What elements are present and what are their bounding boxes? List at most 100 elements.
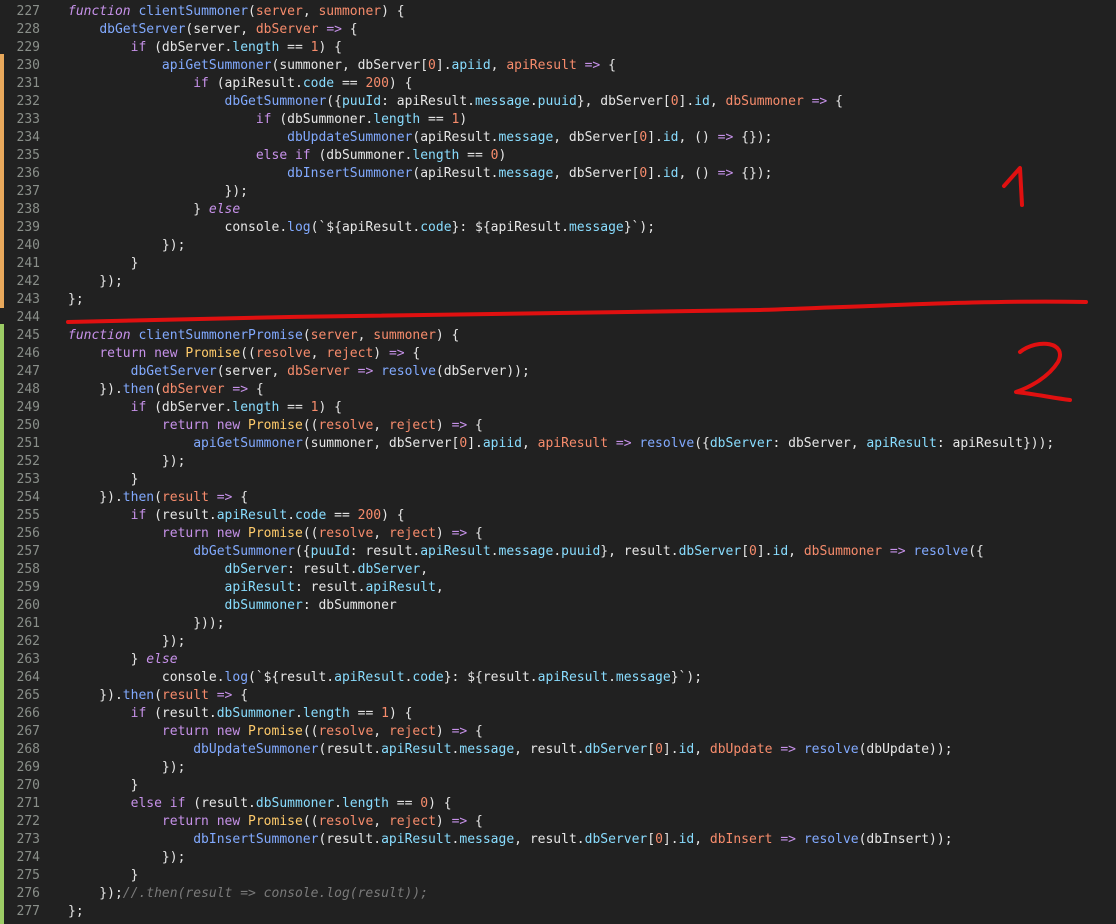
line-number: 268 <box>16 742 40 757</box>
code-line: 273 dbInsertSummoner(result.apiResult.me… <box>0 831 1116 849</box>
code-token: ) { <box>388 706 413 721</box>
code-token: apiResult <box>420 544 491 559</box>
code-token: code <box>420 220 452 235</box>
code-token: apiResult <box>365 580 436 595</box>
code-token: if <box>193 76 209 91</box>
code-token: dbSummoner <box>803 544 883 559</box>
code-token: ]. <box>647 130 663 145</box>
code-token: puuId <box>341 94 382 109</box>
code-line: 257 dbGetSummoner({puuId: result.apiResu… <box>0 543 1116 561</box>
code-token: puuid <box>537 94 577 109</box>
code-token: ) { <box>428 796 452 811</box>
line-number: 258 <box>16 562 40 577</box>
code-token: , <box>709 94 726 109</box>
code-token: == <box>459 148 491 163</box>
code-token: , () <box>678 166 718 181</box>
code-token: 200 <box>365 76 389 91</box>
line-number: 266 <box>16 706 40 721</box>
code-line: 275 } <box>0 867 1116 885</box>
code-token: puuId <box>310 544 350 559</box>
line-number: 252 <box>16 454 40 469</box>
code-text: }; <box>68 903 84 921</box>
code-token: puuid <box>561 544 601 559</box>
code-token: console. <box>68 220 288 235</box>
code-line: 244 <box>0 309 1116 327</box>
code-text: dbSummoner: dbSummoner <box>68 597 397 615</box>
code-text: } <box>68 255 139 273</box>
code-token: dbServer <box>287 364 350 379</box>
code-token: resolve <box>639 436 695 451</box>
code-line: 241 } <box>0 255 1116 273</box>
code-text: }); <box>68 273 123 291</box>
code-token: , dbServer[ <box>553 130 640 145</box>
code-editor[interactable]: 227 function clientSummoner(server, summo… <box>0 0 1116 924</box>
line-number: 270 <box>16 778 40 793</box>
code-token: (( <box>240 346 256 361</box>
code-token: , result. <box>514 832 585 847</box>
code-token: apiGetSummoner <box>161 58 272 73</box>
code-text: else if (result.dbSummoner.length == 0) … <box>68 795 452 813</box>
code-token: (dbServer. <box>146 400 233 415</box>
line-number: 267 <box>16 724 40 739</box>
code-token: ]. <box>678 94 695 109</box>
line-number: 254 <box>16 490 40 505</box>
code-token: code <box>302 76 335 91</box>
code-token: resolve <box>318 724 374 739</box>
code-token: ) { <box>318 40 342 55</box>
code-token: == <box>279 40 311 55</box>
code-token: }); <box>68 886 123 901</box>
code-token: ( <box>154 490 162 505</box>
code-token: (result. <box>318 742 382 757</box>
code-token: resolve <box>803 832 859 847</box>
code-token: ({ <box>968 544 984 559</box>
code-token: reject <box>388 724 436 739</box>
line-number: 250 <box>16 418 40 433</box>
line-number: 245 <box>16 328 40 343</box>
line-number: 256 <box>16 526 40 541</box>
code-token: => <box>717 166 734 181</box>
code-token: (dbUpdate)); <box>858 742 953 757</box>
code-token: . <box>334 796 342 811</box>
code-token: }`); <box>623 220 656 235</box>
code-line: 239 console.log(`${apiResult.code}: ${ap… <box>0 219 1116 237</box>
code-token: => <box>216 688 233 703</box>
code-text: }).then(dbServer => { <box>68 381 263 399</box>
code-line: 236 dbInsertSummoner(apiResult.message, … <box>0 165 1116 183</box>
code-token: clientSummonerPromise <box>138 328 303 343</box>
code-token: , <box>521 436 538 451</box>
line-number: 265 <box>16 688 40 703</box>
code-token: then <box>122 688 155 703</box>
code-token: { <box>404 346 421 361</box>
code-token: ) { <box>435 328 460 343</box>
code-line: 258 dbServer: result.dbServer, <box>0 561 1116 579</box>
code-token: ]. <box>662 742 679 757</box>
code-token: { <box>341 22 358 37</box>
code-text: } else <box>68 651 178 669</box>
code-token: (( <box>302 418 319 433</box>
code-line: 237 }); <box>0 183 1116 201</box>
code-token: : dbServer, <box>772 436 867 451</box>
code-token: apiResult <box>506 58 577 73</box>
code-line: 264 console.log(`${result.apiResult.code… <box>0 669 1116 687</box>
code-token: == <box>349 706 382 721</box>
code-text: if (dbServer.length == 1) { <box>68 399 342 417</box>
code-token: length <box>232 40 280 55</box>
code-text: }).then(result => { <box>68 489 248 507</box>
code-token: }, result. <box>600 544 679 559</box>
code-token: return <box>99 346 147 361</box>
code-token: 0 <box>420 796 429 811</box>
code-token: log <box>287 220 311 235</box>
code-token: 0 <box>670 94 679 109</box>
code-token: length <box>302 706 350 721</box>
code-text: }); <box>68 453 186 471</box>
